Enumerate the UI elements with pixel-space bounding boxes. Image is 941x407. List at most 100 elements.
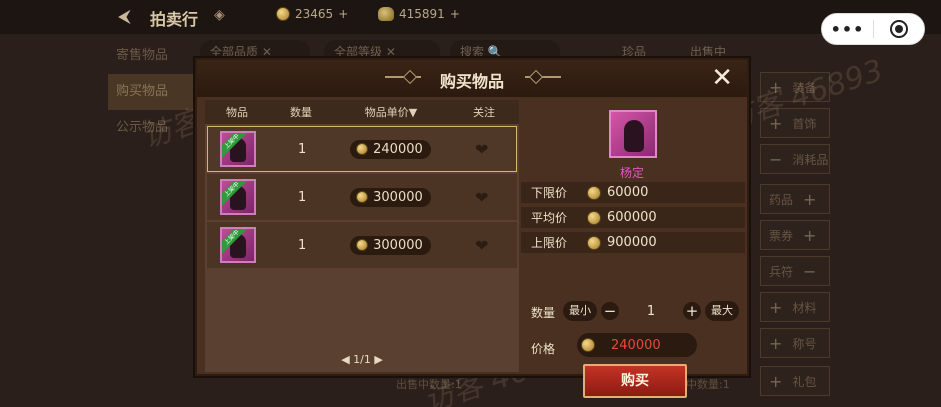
help-diamond-icon[interactable]: ◈	[214, 7, 225, 23]
coin-icon	[276, 7, 290, 21]
category-label: 材料	[792, 300, 817, 315]
qty-label: 数量	[531, 306, 556, 320]
add-bag-icon[interactable]: +	[450, 7, 460, 21]
max-price-row: 上限价 900000	[521, 232, 745, 253]
max-price-label: 上限价	[531, 236, 568, 250]
row-qty: 1	[298, 237, 307, 253]
price-pill: 240000	[350, 139, 431, 159]
qty-minus-button[interactable]: −	[601, 302, 619, 320]
col-follow: 关注	[473, 106, 495, 119]
item-portrait: 上架中	[220, 131, 256, 167]
table-header: 物品 数量 物品单价▼ 关注	[205, 100, 519, 124]
mini-program-capsule: •••	[821, 13, 925, 45]
plus-icon: +	[769, 297, 783, 317]
coin-icon	[587, 185, 601, 200]
row-price: 240000	[373, 141, 423, 157]
row-price: 300000	[373, 237, 423, 253]
category-label: 称号	[792, 336, 817, 351]
minus-icon: −	[803, 261, 817, 281]
category-consumable[interactable]: − 消耗品	[760, 144, 830, 174]
bag-currency: 415891 +	[378, 7, 460, 21]
dialog-title: 购买物品	[439, 72, 504, 91]
price-field[interactable]: 240000	[577, 333, 697, 357]
close-miniprogram-button[interactable]	[874, 20, 924, 38]
plus-icon: +	[803, 189, 817, 209]
level-filter-label: 全部等级	[334, 45, 383, 59]
pagination[interactable]: ◀ 1/1 ▶	[205, 353, 519, 366]
price-cell: 300000	[334, 235, 448, 255]
buy-item-dialog: 购买物品 ✕ 物品 数量 物品单价▼ 关注 上架中 1 240000 ❤ 上架中…	[195, 58, 749, 398]
table-row[interactable]: 上架中 1 300000 ❤	[207, 222, 517, 268]
category-gift[interactable]: + 礼包	[760, 366, 830, 396]
col-unit-price[interactable]: 物品单价▼	[333, 104, 449, 120]
min-price-value: 60000	[607, 185, 649, 200]
price-value: 240000	[611, 337, 661, 353]
qty-min-button[interactable]: 最小	[563, 301, 597, 321]
qty-max-button[interactable]: 最大	[705, 301, 739, 321]
plus-icon: +	[803, 225, 817, 245]
min-price-row: 下限价 60000	[521, 182, 745, 203]
dialog-header: 购买物品 ✕	[197, 60, 747, 97]
category-medicine[interactable]: 药品 +	[760, 184, 830, 214]
money-bag-icon	[378, 7, 394, 21]
row-qty: 1	[298, 189, 307, 205]
coin-icon	[587, 210, 601, 225]
follow-cell: ❤	[447, 236, 516, 255]
category-token[interactable]: 兵符 −	[760, 256, 830, 286]
bag-amount: 415891	[399, 7, 445, 21]
row-qty: 1	[298, 141, 307, 157]
avg-price-label: 平均价	[531, 211, 568, 225]
tab-consign[interactable]: 寄售物品	[108, 38, 194, 74]
col-item: 物品	[226, 106, 248, 119]
category-material[interactable]: + 材料	[760, 292, 830, 322]
gold-currency: 23465 +	[276, 7, 348, 21]
search-placeholder: 搜索	[460, 45, 485, 59]
table-row[interactable]: 上架中 1 240000 ❤	[207, 126, 517, 172]
add-gold-icon[interactable]: +	[338, 7, 348, 21]
table-row[interactable]: 上架中 1 300000 ❤	[207, 174, 517, 220]
coin-icon	[581, 338, 595, 352]
row-price: 300000	[373, 189, 423, 205]
item-cell: 上架中	[208, 131, 271, 167]
category-label: 礼包	[792, 374, 817, 389]
category-ticket[interactable]: 票券 +	[760, 220, 830, 250]
price-pill: 300000	[350, 235, 431, 255]
coin-icon	[356, 239, 369, 251]
max-price-value: 900000	[607, 235, 657, 250]
avg-price-value-wrap: 600000	[579, 210, 657, 225]
quantity-stepper: 最小 − 1 + 最大	[563, 300, 739, 322]
ornament-right-icon	[525, 76, 561, 78]
min-price-label: 下限价	[531, 186, 568, 200]
close-button[interactable]: ✕	[711, 65, 733, 91]
item-portrait: 上架中	[220, 227, 256, 263]
more-options-icon[interactable]: •••	[822, 20, 873, 39]
coin-icon	[356, 143, 369, 155]
heart-icon[interactable]: ❤	[475, 140, 488, 159]
buy-button[interactable]: 购买	[583, 364, 687, 398]
item-portrait: 上架中	[220, 179, 256, 215]
category-label: 药品	[769, 192, 794, 207]
minus-icon: −	[769, 149, 783, 169]
price-pill: 300000	[350, 187, 431, 207]
heart-icon[interactable]: ❤	[475, 188, 488, 207]
qty-value[interactable]: 1	[623, 304, 679, 319]
category-label: 票券	[769, 228, 794, 243]
category-label: 消耗品	[792, 152, 829, 167]
heart-icon[interactable]: ❤	[475, 236, 488, 255]
qty-plus-button[interactable]: +	[683, 302, 701, 320]
price-label: 价格	[531, 342, 556, 356]
price-cell: 240000	[334, 139, 448, 159]
min-price-value-wrap: 60000	[579, 185, 648, 200]
avg-price-row: 平均价 600000	[521, 207, 745, 228]
target-icon	[889, 20, 908, 38]
item-name: 杨定	[619, 166, 644, 180]
selected-item-portrait	[609, 110, 657, 158]
avg-price-value: 600000	[607, 210, 657, 225]
back-arrow-icon[interactable]: ⮜	[118, 6, 131, 27]
follow-cell: ❤	[447, 140, 516, 159]
item-cell: 上架中	[208, 179, 271, 215]
category-title[interactable]: + 称号	[760, 328, 830, 358]
plus-icon: +	[769, 333, 783, 353]
quality-filter-label: 全部品质	[210, 45, 259, 59]
plus-icon: +	[769, 371, 783, 391]
